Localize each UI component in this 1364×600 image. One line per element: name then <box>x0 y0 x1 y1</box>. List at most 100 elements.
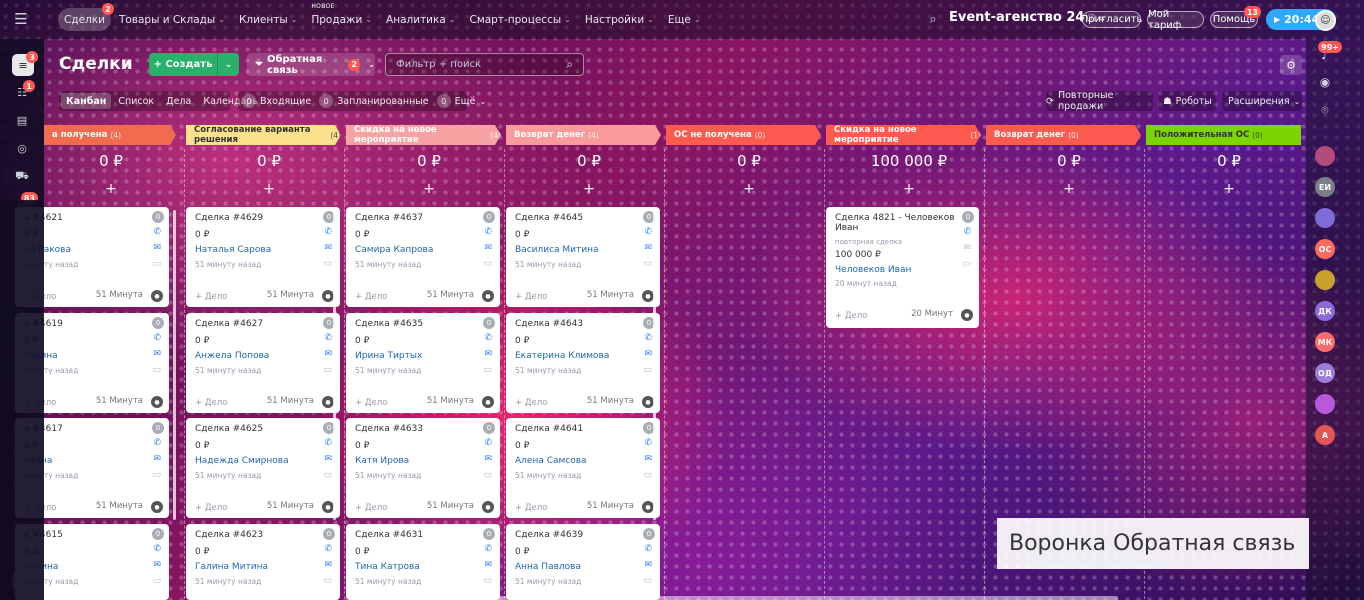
phone-icon[interactable]: ✆ <box>484 544 492 554</box>
responsible-avatar[interactable]: ● <box>961 309 973 321</box>
mail-icon[interactable]: ✉ <box>324 454 332 464</box>
view-tab-0[interactable]: Канбан <box>61 93 112 109</box>
phone-icon[interactable]: ✆ <box>153 227 161 237</box>
contact-avatar-6[interactable]: МК <box>1315 332 1335 352</box>
stage-header-5[interactable]: Скидка на новое мероприятие (1) <box>826 125 981 145</box>
phone-icon[interactable]: ✆ <box>484 438 492 448</box>
add-activity-button[interactable]: + Дело <box>515 398 547 408</box>
deal-contact-link[interactable]: Катя Ирова <box>355 456 409 466</box>
phone-icon[interactable]: ✆ <box>644 333 652 343</box>
chat-icon[interactable]: ▭ <box>483 470 492 480</box>
mail-icon[interactable]: ✉ <box>644 349 652 359</box>
create-button[interactable]: + Создать ⌄ <box>149 53 239 76</box>
responsible-avatar[interactable]: ● <box>482 396 494 408</box>
nav-item-5[interactable]: Смарт-процессы ⌄ <box>463 8 576 31</box>
chat-icon[interactable]: ▭ <box>483 576 492 586</box>
contact-avatar-8[interactable] <box>1315 394 1335 414</box>
mail-icon[interactable]: ✉ <box>484 243 492 253</box>
responsible-avatar[interactable]: ● <box>482 290 494 302</box>
add-deal-plus-icon[interactable]: + <box>189 181 349 197</box>
invite-button[interactable]: Пригласить <box>1081 11 1142 28</box>
chat-icon[interactable]: ▭ <box>323 576 332 586</box>
user-avatar[interactable]: ☺ <box>1315 10 1336 31</box>
deal-contact-link[interactable]: Самира Капрова <box>355 245 433 255</box>
view-tab-2[interactable]: Дела <box>161 93 196 109</box>
add-activity-button[interactable]: + Дело <box>835 311 867 321</box>
deal-contact-link[interactable]: Галина Митина <box>195 562 268 572</box>
phone-icon[interactable]: ✆ <box>153 333 161 343</box>
add-activity-button[interactable]: + Дело <box>195 398 227 408</box>
nav-item-0[interactable]: Сделки 2 <box>58 3 114 31</box>
phone-icon[interactable]: ✆ <box>484 227 492 237</box>
mail-icon[interactable]: ✉ <box>644 560 652 570</box>
chat-icon[interactable]: ▭ <box>323 259 332 269</box>
add-activity-button[interactable]: + Дело <box>355 503 387 513</box>
chat-icon[interactable]: ▭ <box>643 259 652 269</box>
deal-card[interactable]: Сделка #4639 0 0 ₽ Анна Павлова 51 минуту на… <box>506 524 660 600</box>
contact-avatar-1[interactable]: ЕИ <box>1315 177 1335 197</box>
add-deal-plus-icon[interactable]: + <box>31 181 191 197</box>
deal-card[interactable]: Сделка #4623 0 0 ₽ Галина Митина 51 минуту н… <box>186 524 340 600</box>
stage-header-0[interactable]: а получена (4) <box>44 125 176 145</box>
add-activity-button[interactable]: + Дело <box>515 503 547 513</box>
phone-icon[interactable]: ✆ <box>644 227 652 237</box>
deal-contact-link[interactable]: Екатерина Климова <box>515 351 609 361</box>
counter-2[interactable]: 0 Ещё ⌄ <box>436 94 486 108</box>
stage-header-4[interactable]: ОС не получена (0) <box>666 125 821 145</box>
plan-button[interactable]: Мой тариф <box>1147 9 1204 31</box>
add-deal-plus-icon[interactable]: + <box>349 181 509 197</box>
phone-icon[interactable]: ✆ <box>153 438 161 448</box>
chat-icon[interactable]: ▭ <box>643 365 652 375</box>
mail-icon[interactable]: ✉ <box>324 243 332 253</box>
nav-item-1[interactable]: Товары и Склады ⌄ <box>113 8 231 31</box>
chat-search-icon[interactable]: ⌾ <box>1316 101 1334 119</box>
nav-item-2[interactable]: Клиенты ⌄ <box>233 8 303 31</box>
mail-icon[interactable]: ✉ <box>324 560 332 570</box>
deal-card[interactable]: Сделка #4631 0 0 ₽ Тина Катрова 51 минуту на… <box>346 524 500 600</box>
contact-avatar-0[interactable] <box>1315 146 1335 166</box>
phone-icon[interactable]: ✆ <box>644 544 652 554</box>
deal-contact-link[interactable]: Тина Катрова <box>355 562 420 572</box>
deal-card[interactable]: Сделка #4635 0 0 ₽ Ирина Тиртых 51 минуту на… <box>346 313 500 413</box>
deal-card[interactable]: Сделка #4629 0 0 ₽ Наталья Сарова 51 минуту … <box>186 207 340 307</box>
responsible-avatar[interactable]: ● <box>151 290 163 302</box>
responsible-avatar[interactable]: ● <box>151 396 163 408</box>
phone-icon[interactable]: ✆ <box>324 333 332 343</box>
contact-avatar-4[interactable] <box>1315 270 1335 290</box>
phone-icon[interactable]: ✆ <box>324 544 332 554</box>
add-deal-plus-icon[interactable]: + <box>509 181 669 197</box>
stage-header-6[interactable]: Возврат денег (0) <box>986 125 1141 145</box>
deal-card[interactable]: Сделка #4645 0 0 ₽ Василиса Митина 51 минуту… <box>506 207 660 307</box>
mail-icon[interactable]: ✉ <box>644 454 652 464</box>
target-icon[interactable]: ◎ <box>13 139 31 157</box>
deal-contact-link[interactable]: Алена Самсова <box>515 456 587 466</box>
responsible-avatar[interactable]: ● <box>482 501 494 513</box>
tasks-icon[interactable]: ☷ 1 <box>13 80 35 101</box>
add-activity-button[interactable]: + Дело <box>195 292 227 302</box>
deal-contact-link[interactable]: Надежда Смирнова <box>195 456 289 466</box>
chat-icon[interactable]: ▭ <box>152 259 161 269</box>
mail-icon[interactable]: ✉ <box>153 454 161 464</box>
nav-item-3[interactable]: Продажи ⌄ НОВОЕ <box>305 3 378 31</box>
chat-icon[interactable]: ▭ <box>483 365 492 375</box>
chat-icon[interactable]: ▭ <box>323 470 332 480</box>
contact-avatar-7[interactable]: ОД <box>1315 363 1335 383</box>
mail-icon[interactable]: ✉ <box>153 349 161 359</box>
column-scrollbar[interactable] <box>173 210 176 520</box>
phone-icon[interactable]: ✆ <box>153 544 161 554</box>
mail-icon[interactable]: ✉ <box>484 349 492 359</box>
mail-icon[interactable]: ✉ <box>153 560 161 570</box>
contact-avatar-2[interactable] <box>1315 208 1335 228</box>
deal-card[interactable]: Сделка #4627 0 0 ₽ Анжела Попова 51 минуту н… <box>186 313 340 413</box>
chat-icon[interactable]: ▭ <box>152 365 161 375</box>
mail-icon[interactable]: ✉ <box>484 560 492 570</box>
stage-header-7[interactable]: Положительная ОС (0) <box>1146 125 1301 145</box>
phone-icon[interactable]: ✆ <box>484 333 492 343</box>
deal-card[interactable]: Сделка #4637 0 0 ₽ Самира Капрова 51 минуту … <box>346 207 500 307</box>
deal-contact-link[interactable]: Человеков Иван <box>835 265 911 275</box>
deal-card[interactable]: Сделка #4641 0 0 ₽ Алена Самсова 51 минуту н… <box>506 418 660 518</box>
mail-icon[interactable]: ✉ <box>153 243 161 253</box>
chat-icon[interactable]: ▭ <box>483 259 492 269</box>
phone-icon[interactable]: ✆ <box>324 227 332 237</box>
star-icon[interactable]: ☆ <box>121 58 131 71</box>
